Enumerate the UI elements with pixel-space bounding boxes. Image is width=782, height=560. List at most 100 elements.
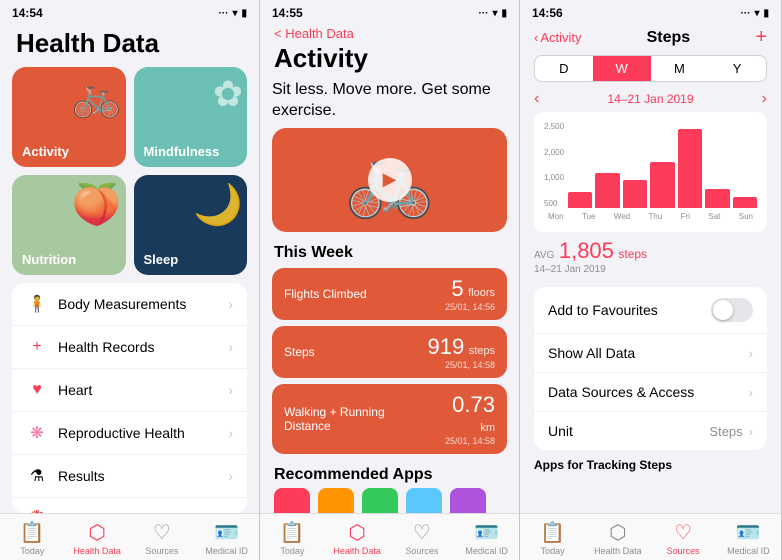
rec-app-5[interactable] bbox=[450, 488, 486, 513]
tab-healthdata-3[interactable]: ⬡ Health Data bbox=[585, 520, 650, 556]
healthdata-icon-1: ⬡ bbox=[88, 520, 105, 545]
y-label-2500: 2,500 bbox=[544, 122, 564, 131]
today-label-3: Today bbox=[541, 546, 565, 556]
medicalid-label-1: Medical ID bbox=[205, 546, 248, 556]
health-records-item[interactable]: + Health Records › bbox=[12, 326, 247, 369]
vitals-item[interactable]: 🫀 Vitals › bbox=[12, 498, 247, 513]
tab-bar-1: 📋 Today ⬡ Health Data ♡ Sources 🪪 Medica… bbox=[0, 513, 259, 560]
sources-label-1: Sources bbox=[145, 546, 178, 556]
reproductive-icon: ❋ bbox=[26, 422, 48, 444]
favourites-toggle[interactable] bbox=[711, 298, 753, 322]
activity-hero-card[interactable]: 🚲 ▶ bbox=[272, 128, 507, 233]
steps-card[interactable]: Steps 919 steps 25/01, 14:58 bbox=[272, 326, 507, 378]
add-steps-button[interactable]: + bbox=[755, 26, 767, 49]
y-label-2000: 2,000 bbox=[544, 148, 564, 157]
medicalid-icon-2: 🪪 bbox=[474, 520, 499, 545]
mindfulness-card[interactable]: ✿ Mindfulness bbox=[134, 67, 248, 167]
panel-health-data: 14:54 ··· ▾ ▮ Health Data 🚲 Activity ✿ M… bbox=[0, 0, 260, 560]
tab-sources-1[interactable]: ♡ Sources bbox=[130, 520, 195, 556]
avg-date: 14–21 Jan 2019 bbox=[534, 264, 767, 275]
sleep-label: Sleep bbox=[144, 252, 238, 267]
status-icons-1: ··· ▾ ▮ bbox=[218, 8, 247, 19]
date-next-arrow[interactable]: › bbox=[762, 90, 767, 108]
show-all-data-chevron: › bbox=[749, 346, 753, 361]
show-all-data-item[interactable]: Show All Data › bbox=[534, 334, 767, 373]
period-year[interactable]: Y bbox=[708, 56, 766, 81]
tab-medicalid-2[interactable]: 🪪 Medical ID bbox=[454, 520, 519, 556]
activity-icon: 🚲 bbox=[72, 73, 122, 120]
tab-sources-3[interactable]: ♡ Sources bbox=[651, 520, 716, 556]
label-thu: Thu bbox=[649, 212, 663, 221]
walking-distance-card[interactable]: Walking + Running Distance 0.73 km 25/01… bbox=[272, 384, 507, 454]
signal-icon-3: ··· bbox=[740, 8, 750, 19]
chart-bars-container bbox=[568, 120, 757, 210]
health-records-label: Health Records bbox=[58, 339, 228, 355]
body-chevron: › bbox=[228, 296, 233, 312]
rec-app-4[interactable] bbox=[406, 488, 442, 513]
unit-label: Unit bbox=[548, 423, 709, 439]
unit-item[interactable]: Unit Steps › bbox=[534, 412, 767, 450]
back-label-3: Activity bbox=[540, 30, 581, 45]
reproductive-chevron: › bbox=[228, 425, 233, 441]
tab-medicalid-1[interactable]: 🪪 Medical ID bbox=[194, 520, 259, 556]
flights-label: Flights Climbed bbox=[284, 287, 367, 301]
heart-item[interactable]: ♥ Heart › bbox=[12, 369, 247, 412]
avg-row: AVG 1,805 steps bbox=[534, 238, 767, 264]
rec-app-2[interactable] bbox=[318, 488, 354, 513]
mindfulness-label: Mindfulness bbox=[144, 144, 238, 159]
rec-app-1[interactable] bbox=[274, 488, 310, 513]
steps-title: Steps bbox=[582, 29, 756, 47]
back-to-health-data[interactable]: < Health Data bbox=[274, 26, 354, 41]
walking-value: 0.73 bbox=[452, 392, 495, 417]
category-grid: 🚲 Activity ✿ Mindfulness 🍑 Nutrition 🌙 S… bbox=[0, 67, 259, 283]
nutrition-card[interactable]: 🍑 Nutrition bbox=[12, 175, 126, 275]
reproductive-item[interactable]: ❋ Reproductive Health › bbox=[12, 412, 247, 455]
date-prev-arrow[interactable]: ‹ bbox=[534, 90, 539, 108]
back-to-activity[interactable]: ‹ Activity bbox=[534, 30, 582, 45]
add-favourites-label: Add to Favourites bbox=[548, 302, 711, 318]
period-day[interactable]: D bbox=[535, 56, 593, 81]
activity-card[interactable]: 🚲 Activity bbox=[12, 67, 126, 167]
period-month[interactable]: M bbox=[651, 56, 709, 81]
avg-label: AVG bbox=[534, 250, 554, 261]
unit-value: Steps bbox=[709, 424, 742, 439]
medicalid-label-3: Medical ID bbox=[727, 546, 770, 556]
period-week[interactable]: W bbox=[593, 56, 651, 81]
data-sources-item[interactable]: Data Sources & Access › bbox=[534, 373, 767, 412]
bar-thu bbox=[650, 162, 674, 208]
tab-bar-3: 📋 Today ⬡ Health Data ♡ Sources 🪪 Medica… bbox=[520, 513, 781, 560]
status-icons-2: ··· ▾ ▮ bbox=[478, 8, 507, 19]
tab-today-1[interactable]: 📋 Today bbox=[0, 520, 65, 556]
heart-chevron: › bbox=[228, 382, 233, 398]
medicalid-icon-1: 🪪 bbox=[214, 520, 239, 545]
flights-climbed-card[interactable]: Flights Climbed 5 floors 25/01, 14:56 bbox=[272, 268, 507, 320]
tab-today-3[interactable]: 📋 Today bbox=[520, 520, 585, 556]
rec-app-3[interactable] bbox=[362, 488, 398, 513]
sleep-card[interactable]: 🌙 Sleep bbox=[134, 175, 248, 275]
tab-today-2[interactable]: 📋 Today bbox=[260, 520, 325, 556]
date-range-label: 14–21 Jan 2019 bbox=[607, 92, 693, 106]
tab-sources-2[interactable]: ♡ Sources bbox=[390, 520, 455, 556]
tab-bar-2: 📋 Today ⬡ Health Data ♡ Sources 🪪 Medica… bbox=[260, 513, 519, 560]
signal-icon: ··· bbox=[218, 8, 228, 19]
tab-healthdata-1[interactable]: ⬡ Health Data bbox=[65, 520, 130, 556]
battery-icon-3: ▮ bbox=[763, 8, 769, 19]
tab-healthdata-2[interactable]: ⬡ Health Data bbox=[325, 520, 390, 556]
unit-chevron: › bbox=[749, 424, 753, 439]
y-label-1000: 1,000 bbox=[544, 173, 564, 182]
time-1: 14:54 bbox=[12, 6, 43, 20]
flights-value-group: 5 floors 25/01, 14:56 bbox=[445, 276, 495, 312]
walking-value-group: 0.73 km 25/01, 14:58 bbox=[434, 392, 495, 446]
tab-medicalid-3[interactable]: 🪪 Medical ID bbox=[716, 520, 781, 556]
results-label: Results bbox=[58, 468, 228, 484]
results-item[interactable]: ⚗ Results › bbox=[12, 455, 247, 498]
period-selector: D W M Y bbox=[534, 55, 767, 82]
body-measurements-item[interactable]: 🧍 Body Measurements › bbox=[12, 283, 247, 326]
label-sun: Sun bbox=[739, 212, 753, 221]
today-label-2: Today bbox=[280, 546, 304, 556]
add-favourites-item[interactable]: Add to Favourites bbox=[534, 287, 767, 334]
walking-unit: km bbox=[480, 422, 495, 434]
body-icon: 🧍 bbox=[26, 293, 48, 315]
play-button[interactable]: ▶ bbox=[368, 158, 412, 202]
steps-value-group: 919 steps 25/01, 14:58 bbox=[428, 334, 495, 370]
